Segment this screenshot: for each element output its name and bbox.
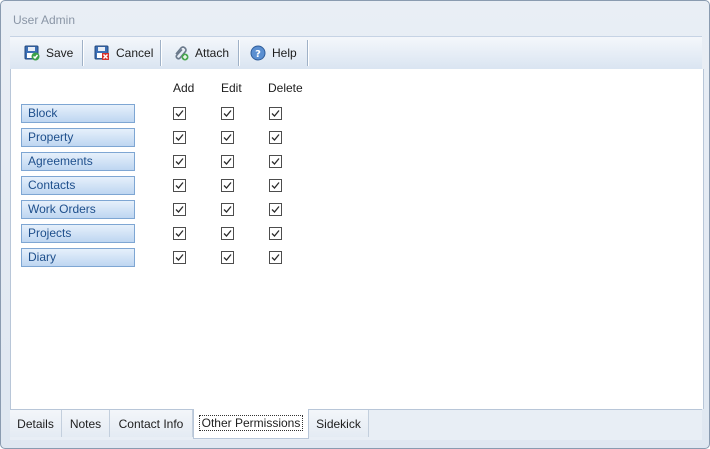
tab-sidekick[interactable]: Sidekick	[309, 410, 369, 437]
cancel-disk-icon	[94, 45, 110, 61]
permission-delete-checkbox[interactable]	[269, 107, 282, 120]
permission-row-label[interactable]: Property	[21, 128, 135, 147]
permission-delete-checkbox[interactable]	[269, 251, 282, 264]
tab-notes[interactable]: Notes	[62, 410, 110, 437]
permission-row-label[interactable]: Agreements	[21, 152, 135, 171]
save-button[interactable]: Save	[24, 39, 73, 67]
help-icon: ?	[250, 45, 266, 61]
permission-add-checkbox[interactable]	[173, 107, 186, 120]
permissions-panel: Add Edit Delete Block Property Agreements C…	[10, 69, 704, 409]
save-label: Save	[46, 46, 74, 60]
permission-add-checkbox[interactable]	[173, 131, 186, 144]
permission-row-label[interactable]: Projects	[21, 224, 135, 243]
save-disk-icon	[24, 45, 40, 61]
attach-label: Attach	[195, 46, 230, 60]
tab-contact-info[interactable]: Contact Info	[110, 410, 193, 437]
tab-strip: Details Notes Contact Info Other Permiss…	[10, 409, 702, 440]
permission-row-label[interactable]: Block	[21, 104, 135, 123]
toolbar-separator	[160, 40, 161, 66]
permission-edit-checkbox[interactable]	[221, 155, 234, 168]
cancel-label: Cancel	[116, 46, 154, 60]
column-header-add: Add	[173, 81, 195, 95]
toolbar-separator	[82, 40, 83, 66]
cancel-button[interactable]: Cancel	[94, 39, 153, 67]
permission-delete-checkbox[interactable]	[269, 155, 282, 168]
tab-other-permissions[interactable]: Other Permissions	[193, 409, 309, 439]
permission-delete-checkbox[interactable]	[269, 131, 282, 144]
permission-row-label[interactable]: Diary	[21, 248, 135, 267]
help-button[interactable]: ? Help	[250, 39, 297, 67]
permission-add-checkbox[interactable]	[173, 227, 186, 240]
tab-details[interactable]: Details	[10, 410, 62, 437]
permission-edit-checkbox[interactable]	[221, 227, 234, 240]
toolbar-separator	[238, 40, 239, 66]
permission-edit-checkbox[interactable]	[221, 203, 234, 216]
user-admin-window: User Admin Save Cancel Attach ? Help Add…	[0, 0, 710, 449]
help-label: Help	[272, 46, 297, 60]
permission-row-label[interactable]: Work Orders	[21, 200, 135, 219]
permission-delete-checkbox[interactable]	[269, 179, 282, 192]
column-header-delete: Delete	[268, 81, 303, 95]
permission-edit-checkbox[interactable]	[221, 131, 234, 144]
permission-add-checkbox[interactable]	[173, 179, 186, 192]
permission-edit-checkbox[interactable]	[221, 251, 234, 264]
paperclip-icon	[173, 45, 189, 61]
permission-add-checkbox[interactable]	[173, 203, 186, 216]
permission-row-label[interactable]: Contacts	[21, 176, 135, 195]
permission-delete-checkbox[interactable]	[269, 203, 282, 216]
toolbar-separator	[307, 40, 308, 66]
toolbar: Save Cancel Attach ? Help	[10, 36, 702, 70]
svg-text:?: ?	[255, 49, 261, 60]
column-header-edit: Edit	[221, 81, 242, 95]
permission-edit-checkbox[interactable]	[221, 107, 234, 120]
permission-delete-checkbox[interactable]	[269, 227, 282, 240]
permission-add-checkbox[interactable]	[173, 155, 186, 168]
attach-button[interactable]: Attach	[173, 39, 229, 67]
permission-add-checkbox[interactable]	[173, 251, 186, 264]
window-title: User Admin	[13, 13, 76, 27]
permission-edit-checkbox[interactable]	[221, 179, 234, 192]
